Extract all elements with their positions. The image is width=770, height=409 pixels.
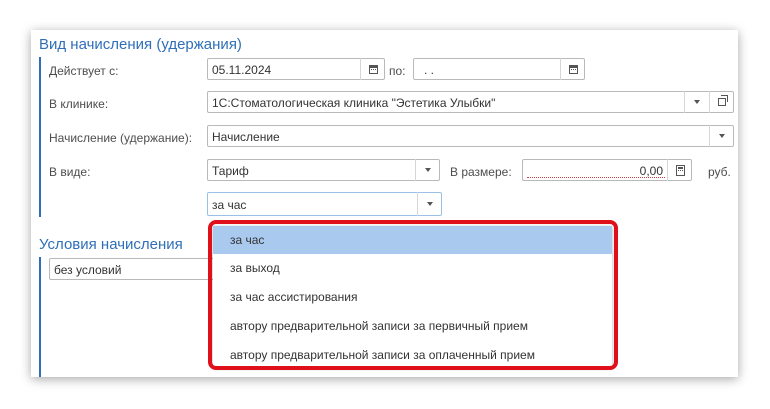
- form-field[interactable]: Тариф: [207, 159, 440, 181]
- amount-underline: [527, 177, 665, 178]
- unit-field[interactable]: за час: [207, 192, 442, 216]
- form-label: В виде:: [49, 165, 91, 179]
- calendar-button[interactable]: [360, 58, 385, 80]
- to-label: по:: [389, 64, 406, 78]
- calendar-button[interactable]: [560, 58, 585, 80]
- calendar-icon: [568, 64, 578, 74]
- effective-from-field[interactable]: 05.11.2024: [207, 58, 385, 80]
- effective-from-value: 05.11.2024: [212, 63, 272, 77]
- accrual-label: Начисление (удержание):: [49, 131, 193, 145]
- calculator-icon: [675, 164, 685, 176]
- unit-value: за час: [212, 198, 247, 212]
- clinic-field[interactable]: 1С:Стоматологическая клиника "Эстетика У…: [207, 91, 734, 113]
- form-dropdown-button[interactable]: [415, 159, 440, 181]
- unit-dropdown-button[interactable]: [417, 192, 442, 216]
- condition-field[interactable]: без условий: [49, 258, 229, 280]
- clinic-label: В клинике:: [49, 97, 109, 111]
- to-field[interactable]: . .: [413, 58, 585, 80]
- open-icon: [718, 95, 728, 106]
- effective-from-label: Действует с:: [49, 64, 119, 78]
- open-clinic-button[interactable]: [709, 91, 734, 113]
- accrual-dropdown-button[interactable]: [709, 125, 734, 147]
- accrual-value: Начисление: [212, 130, 280, 144]
- accrual-field[interactable]: Начисление: [207, 125, 734, 147]
- highlight-frame: [208, 220, 618, 370]
- section-title-accrual-type: Вид начисления (удержания): [39, 36, 242, 53]
- amount-label: В размере:: [450, 165, 512, 179]
- amount-field[interactable]: 0,00: [522, 159, 692, 181]
- form-value: Тариф: [212, 164, 249, 178]
- currency-label: руб.: [708, 165, 731, 179]
- calendar-icon: [368, 64, 378, 74]
- condition-value: без условий: [54, 263, 122, 277]
- section-bar: [39, 257, 41, 377]
- to-value: . .: [424, 63, 435, 77]
- clinic-dropdown-button[interactable]: [684, 91, 709, 113]
- section-title-conditions: Условия начисления: [39, 236, 183, 253]
- clinic-value: 1С:Стоматологическая клиника "Эстетика У…: [212, 96, 496, 110]
- section-bar: [39, 57, 41, 217]
- calculator-button[interactable]: [667, 159, 692, 181]
- amount-value: 0,00: [639, 164, 663, 178]
